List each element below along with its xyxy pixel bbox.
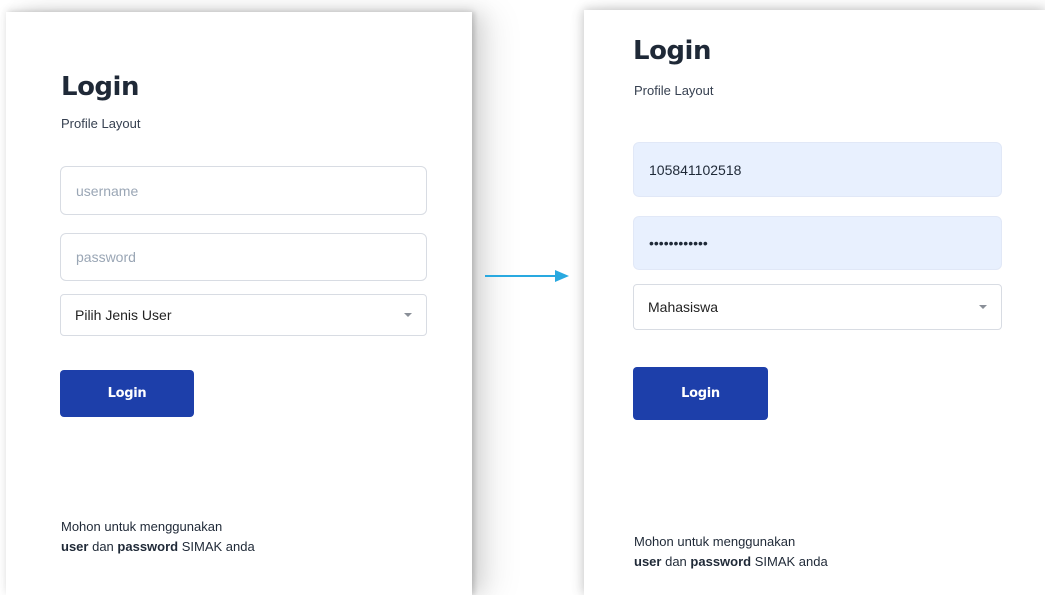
password-input[interactable] [60,233,427,281]
username-input[interactable] [633,142,1002,197]
login-button[interactable]: Login [633,367,768,420]
login-button[interactable]: Login [60,370,194,417]
note-and: dan [92,539,114,554]
user-type-value: Mahasiswa [648,299,719,315]
note-password: password [117,539,179,554]
page-subtitle: Profile Layout [61,116,141,131]
login-button-label: Login [107,386,147,401]
caret-down-icon [404,313,412,317]
login-panel-after: Login Profile Layout Mahasiswa Login Moh… [584,10,1045,595]
note-line-1: Mohon untuk menggunakan [634,534,796,549]
note-password: password [690,554,752,569]
page-title: Login [633,36,711,66]
caret-down-icon [979,305,987,309]
note-and: dan [665,554,687,569]
password-input[interactable] [633,216,1002,270]
login-button-label: Login [681,386,720,401]
user-type-select[interactable]: Pilih Jenis User [60,294,427,336]
note-line-2: user dan password SIMAK anda [61,537,255,557]
login-note: Mohon untuk menggunakan user dan passwor… [634,532,828,572]
login-panel-before: Login Profile Layout Pilih Jenis User Lo… [6,12,472,595]
note-line-1: Mohon untuk menggunakan [61,519,223,534]
note-end: SIMAK anda [181,539,255,554]
user-type-value: Pilih Jenis User [75,307,172,323]
arrow-right-icon [485,270,569,282]
page-title: Login [61,72,139,102]
login-note: Mohon untuk menggunakan user dan passwor… [61,517,255,557]
note-line-2: user dan password SIMAK anda [634,552,828,572]
username-input[interactable] [60,166,427,215]
note-end: SIMAK anda [754,554,828,569]
note-user: user [634,554,662,569]
note-user: user [61,539,89,554]
user-type-select[interactable]: Mahasiswa [633,284,1002,330]
page-subtitle: Profile Layout [634,83,714,98]
